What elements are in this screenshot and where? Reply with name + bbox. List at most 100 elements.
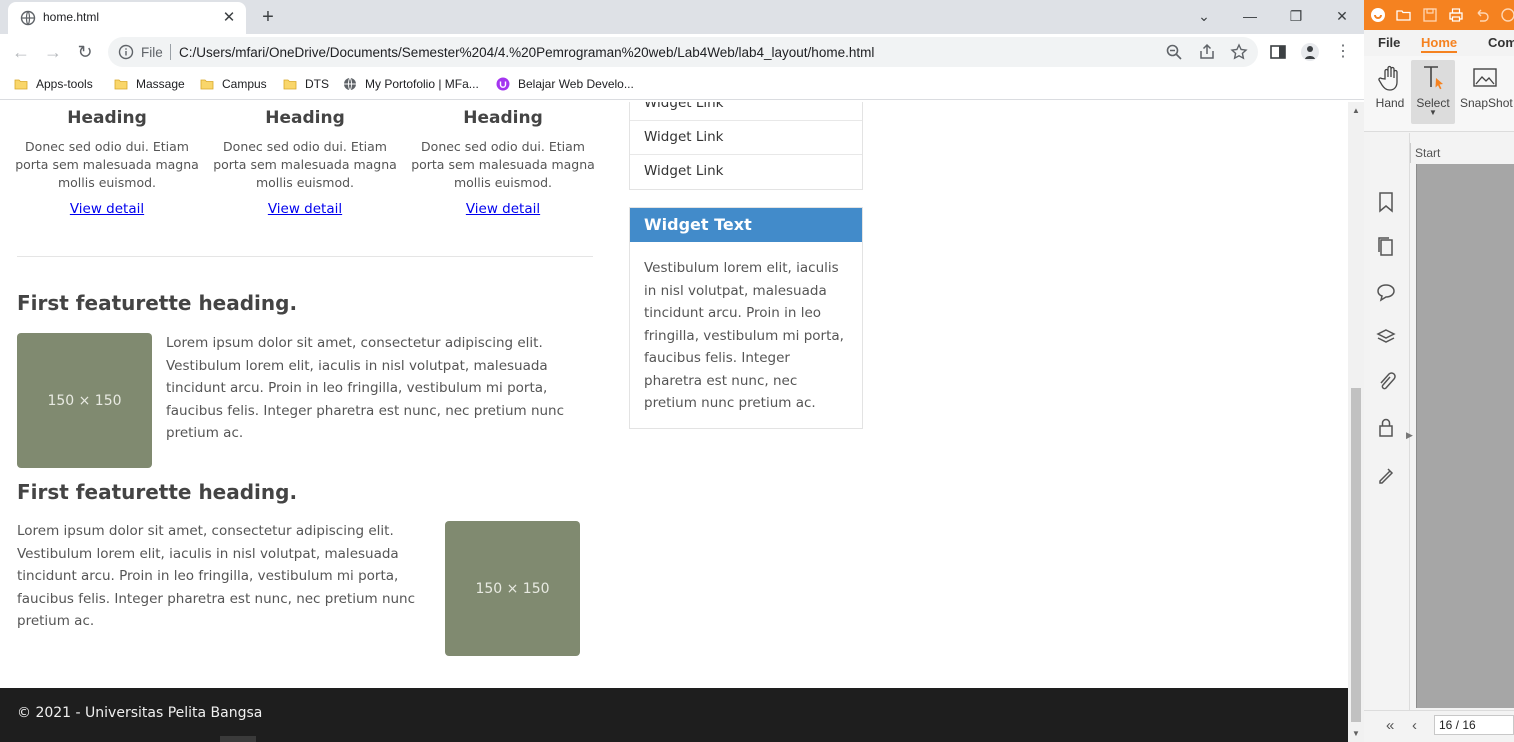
page-number-input[interactable]: 16 / 16	[1434, 715, 1514, 735]
address-bar[interactable]: File C:/Users/mfari/OneDrive/Documents/S…	[108, 37, 1258, 67]
widget-text-box: Widget Text Vestibulum lorem elit, iacul…	[629, 207, 863, 429]
dropdown-caret-icon[interactable]: ▼	[1411, 109, 1455, 117]
profile-avatar-icon[interactable]	[1300, 42, 1320, 62]
comment-icon[interactable]	[1376, 281, 1396, 303]
widget-links-box: Widget Link Widget Link Widget Link	[629, 102, 863, 190]
bookmark-star-icon[interactable]	[1230, 43, 1248, 61]
view-detail-link[interactable]: View detail	[268, 201, 342, 217]
footer-copyright: © 2021 - Universitas Pelita Bangsa	[17, 705, 263, 721]
minimize-button[interactable]: —	[1237, 4, 1263, 28]
scheme-label: File	[141, 45, 163, 60]
tab-search-icon[interactable]: ⌄	[1191, 4, 1217, 28]
bookmark-icon[interactable]	[1376, 191, 1396, 213]
column-heading: Heading	[67, 108, 147, 128]
pdf-ribbon: Hand Select ▼ SnapShot	[1364, 56, 1514, 132]
placeholder-image: 150 × 150	[17, 333, 152, 468]
folder-icon	[283, 79, 297, 90]
info-icon[interactable]	[118, 44, 134, 60]
pdf-reader-window: File Home Com Hand Select ▼ SnapShot Sta…	[1364, 0, 1514, 742]
scroll-down-icon[interactable]: ▼	[1352, 729, 1360, 738]
open-folder-icon[interactable]	[1396, 7, 1412, 23]
hand-tool-button[interactable]: Hand	[1368, 60, 1412, 124]
bookmark-item[interactable]: My Portofolio | MFa...	[343, 76, 479, 94]
view-detail-link[interactable]: View detail	[466, 201, 540, 217]
tab-strip: home.html ✕ + ⌄ — ❐ ✕	[0, 0, 1364, 34]
page-footer: © 2021 - Universitas Pelita Bangsa	[0, 688, 1348, 742]
column-text: Donec sed odio dui. Etiam porta sem male…	[411, 139, 595, 190]
bookmark-label: Massage	[136, 77, 185, 91]
menu-comment[interactable]: Com	[1488, 35, 1514, 50]
bookmark-item[interactable]: Apps-tools	[14, 76, 93, 94]
featurette-text: Lorem ipsum dolor sit amet, consectetur …	[17, 523, 416, 629]
snapshot-tool-button[interactable]: SnapShot	[1460, 60, 1513, 124]
bookmark-item[interactable]: Massage	[114, 76, 185, 94]
expand-panel-icon[interactable]: ▶	[1406, 430, 1413, 441]
layers-icon[interactable]	[1376, 326, 1396, 348]
globe-icon	[344, 77, 356, 91]
placeholder-label: 150 × 150	[475, 580, 550, 597]
view-detail-link[interactable]: View detail	[70, 201, 144, 217]
page-scrollbar[interactable]: ▲ ▼	[1348, 102, 1364, 742]
scrollbar-thumb[interactable]	[1351, 388, 1361, 722]
zoom-icon[interactable]	[1165, 43, 1183, 61]
ribbon-label: SnapShot	[1460, 96, 1513, 110]
close-window-button[interactable]: ✕	[1329, 4, 1355, 28]
browser-window: home.html ✕ + ⌄ — ❐ ✕ ← → ↻ File C:/User…	[0, 0, 1364, 742]
placeholder-image: 150 × 150	[445, 521, 580, 656]
start-tab[interactable]: Start	[1415, 146, 1440, 160]
widget-text-body: Vestibulum lorem elit, iaculis in nisl v…	[644, 260, 844, 411]
section-divider	[17, 256, 593, 257]
menu-file[interactable]: File	[1378, 35, 1400, 50]
side-panel-icon[interactable]	[1268, 42, 1288, 62]
redo-icon[interactable]	[1500, 7, 1514, 23]
udemy-icon	[496, 77, 510, 91]
browser-toolbar: ← → ↻ File C:/Users/mfari/OneDrive/Docum…	[0, 34, 1364, 70]
lock-icon[interactable]	[1376, 417, 1396, 439]
new-tab-button[interactable]: +	[256, 5, 280, 29]
previous-page-icon[interactable]: ‹	[1412, 717, 1417, 734]
bookmark-label: DTS	[305, 77, 329, 91]
bookmark-item[interactable]: DTS	[283, 76, 329, 94]
column-text: Donec sed odio dui. Etiam porta sem male…	[15, 139, 199, 190]
pdf-doc-tabs: Start	[1410, 143, 1514, 163]
restore-button[interactable]: ❐	[1283, 4, 1309, 28]
folder-icon	[14, 79, 28, 90]
bookmark-label: My Portofolio | MFa...	[365, 77, 479, 91]
widget-link[interactable]: Widget Link	[630, 121, 862, 155]
more-menu-icon[interactable]: ⋮	[1330, 39, 1356, 65]
menu-home[interactable]: Home	[1421, 35, 1458, 53]
pages-icon[interactable]	[1376, 236, 1396, 258]
column-heading: Heading	[265, 108, 345, 128]
close-tab-icon[interactable]: ✕	[220, 9, 238, 27]
widget-link[interactable]: Widget Link	[630, 155, 862, 189]
bookmark-label: Apps-tools	[36, 77, 93, 91]
reload-button[interactable]: ↻	[72, 39, 98, 65]
browser-tab[interactable]: home.html ✕	[8, 2, 246, 34]
bookmarks-bar: Apps-tools Massage Campus DTS My Portofo…	[0, 70, 1364, 100]
signature-icon[interactable]	[1376, 463, 1396, 485]
attachment-icon[interactable]	[1376, 371, 1396, 393]
pdf-title-bar	[1364, 0, 1514, 30]
save-icon[interactable]	[1422, 7, 1438, 23]
bookmark-item[interactable]: Belajar Web Develo...	[496, 76, 634, 94]
globe-icon	[20, 10, 36, 26]
share-icon[interactable]	[1198, 43, 1216, 61]
print-icon[interactable]	[1448, 7, 1464, 23]
scroll-up-icon[interactable]: ▲	[1352, 106, 1360, 115]
ribbon-label: Hand	[1375, 96, 1405, 110]
featurette-text: Lorem ipsum dolor sit amet, consectetur …	[166, 335, 565, 441]
bookmark-label: Belajar Web Develo...	[518, 77, 634, 91]
undo-icon[interactable]	[1474, 7, 1490, 23]
bookmark-item[interactable]: Campus	[200, 76, 267, 94]
featurette-heading: First featurette heading.	[17, 480, 298, 504]
select-tool-button[interactable]: Select ▼	[1411, 60, 1455, 124]
pdf-document-area[interactable]	[1416, 164, 1514, 708]
back-button[interactable]: ←	[8, 39, 34, 65]
forward-button[interactable]: →	[40, 39, 66, 65]
first-page-icon[interactable]: «	[1386, 717, 1394, 734]
footer-decoration	[220, 736, 256, 742]
widget-link[interactable]: Widget Link	[630, 102, 862, 121]
pdf-status-bar: « ‹ 16 / 16	[1364, 710, 1514, 742]
pdf-navigation-pane	[1364, 133, 1410, 733]
url-text[interactable]: C:/Users/mfari/OneDrive/Documents/Semest…	[179, 45, 874, 60]
